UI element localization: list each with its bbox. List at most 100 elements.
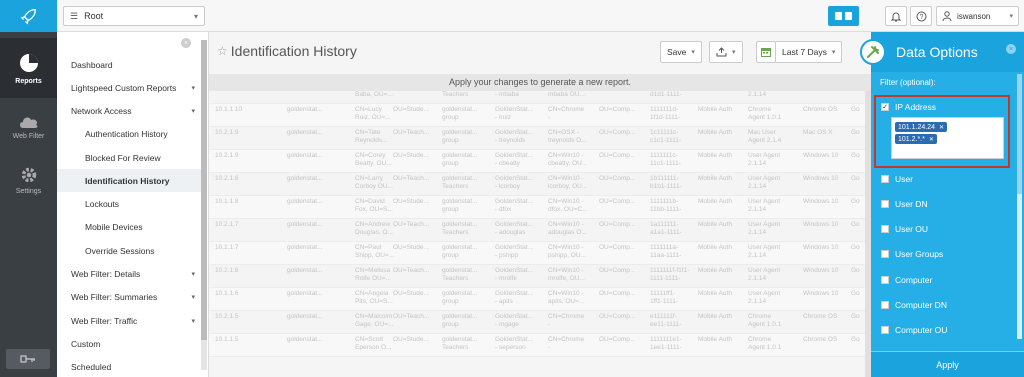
table-row[interactable]: 10.2.1.7 goldenstat... CN=Andrew Douglas, … bbox=[209, 219, 865, 242]
nav-item-authentication-history[interactable]: Authentication History bbox=[57, 122, 201, 145]
remove-tag-icon[interactable]: ✕ bbox=[939, 124, 944, 131]
rocket-icon bbox=[20, 8, 36, 25]
table-cell: 11111ff1- 1ff1-1111- bbox=[650, 290, 679, 305]
nav-item-override-sessions[interactable]: Override Sessions bbox=[57, 239, 201, 262]
table-cell: OU=Comp... bbox=[599, 221, 636, 228]
help-button[interactable]: ? bbox=[910, 6, 932, 26]
ip-tag[interactable]: 101.2.*.* ✕ bbox=[895, 134, 937, 144]
option-ip-address[interactable]: ✓ IP Address bbox=[881, 100, 1011, 114]
checkbox[interactable] bbox=[881, 225, 889, 233]
export-button[interactable]: ▾ bbox=[709, 41, 743, 63]
checkbox[interactable] bbox=[881, 276, 889, 284]
ip-tag[interactable]: 101.1.24.24 ✕ bbox=[895, 122, 948, 132]
data-options-scrollbar[interactable] bbox=[1017, 74, 1022, 339]
date-range-select[interactable]: Last 7 Days ▾ bbox=[775, 41, 843, 63]
table-cell: Mac User Agent 2.1.4 bbox=[748, 129, 782, 144]
nav-item-label: Custom bbox=[71, 338, 101, 349]
apply-button[interactable]: Apply bbox=[871, 351, 1024, 377]
table-cell: goldenstat... bbox=[287, 336, 323, 343]
nav-item-web-filter-traffic[interactable]: Web Filter: Traffic ▾ bbox=[57, 309, 201, 332]
table-cell: OU=Stude... bbox=[393, 152, 429, 159]
table-cell: GoldenStat... - apits bbox=[495, 290, 533, 305]
nav-item-identification-history[interactable]: Identification History bbox=[57, 169, 201, 192]
table-cell: Windows 10 bbox=[803, 175, 839, 182]
nav-item-label: Blocked For Review bbox=[85, 152, 161, 163]
nav-item-dashboard[interactable]: Dashboard bbox=[57, 53, 201, 76]
feedback-button[interactable] bbox=[828, 6, 859, 26]
table-cell: goldenstat... bbox=[287, 106, 323, 113]
table-cell: goldenstat... bbox=[287, 152, 323, 159]
table-cell: OU=Comp... bbox=[599, 313, 636, 320]
table-cell: OU=Teach... bbox=[393, 175, 430, 182]
table-row[interactable]: 10.1.2.19goldenstat...CN=Babe Baba, OU=.… bbox=[209, 91, 865, 104]
table-cell: goldenstat... group bbox=[442, 244, 478, 259]
nav-item-lockouts[interactable]: Lockouts bbox=[57, 192, 201, 215]
calendar-button[interactable] bbox=[756, 41, 776, 63]
table-cell: goldenstat... group bbox=[442, 313, 478, 328]
help-icon: ? bbox=[916, 11, 926, 21]
option-label: IP Address bbox=[895, 102, 936, 112]
list-icon: ☰ bbox=[70, 10, 79, 21]
rail-item-web-filter[interactable]: Web Filter bbox=[0, 96, 57, 156]
close-icon[interactable]: × bbox=[1006, 44, 1016, 54]
user-menu[interactable]: iswanson ▾ bbox=[936, 6, 1019, 26]
table-cell: goldenstat... bbox=[287, 129, 323, 136]
table-cell: goldenstat... bbox=[287, 267, 323, 274]
table-row[interactable]: 10.1.1.5 goldenstat... CN=Scott Eperson O.… bbox=[209, 334, 865, 357]
notifications-button[interactable] bbox=[885, 6, 907, 26]
option-user-groups[interactable]: User Groups bbox=[881, 247, 1011, 261]
table-row[interactable]: 10.1.1.10 goldenstat... CN=Lucy Ruiz, OU=.… bbox=[209, 104, 865, 127]
checkbox[interactable] bbox=[881, 175, 889, 183]
rail-item-reports[interactable]: Reports bbox=[0, 38, 57, 98]
nav-item-network-access[interactable]: Network Access ▾ bbox=[57, 99, 201, 122]
save-button[interactable]: Save ▾ bbox=[660, 41, 702, 63]
table-row[interactable]: 10.1.1.6 goldenstat... CN=Angela Pits, OU=… bbox=[209, 288, 865, 311]
nav-item-custom[interactable]: Custom bbox=[57, 332, 201, 355]
table-cell: OU=Comp... bbox=[599, 152, 636, 159]
table-cell: 1111111a- 11aa-1111- bbox=[650, 244, 682, 259]
option-user-ou[interactable]: User OU bbox=[881, 222, 1011, 236]
data-options-toggle[interactable] bbox=[860, 39, 886, 65]
table-row[interactable]: 10.1.1.7 goldenstat... CN=Paul Shipp, OU=.… bbox=[209, 242, 865, 265]
table-cell: CN=Win10 - cbeatty, OU... bbox=[548, 152, 588, 167]
table-cell: 10.2.1.8 bbox=[215, 175, 239, 182]
chevron-down-icon: ▾ bbox=[191, 107, 195, 115]
option-computer-ou[interactable]: Computer OU bbox=[881, 323, 1011, 337]
star-icon[interactable]: ☆ bbox=[217, 44, 228, 58]
lightspeed-logo[interactable] bbox=[0, 0, 57, 32]
table-row[interactable]: 10.1.1.8 goldenstat... CN=David Fox, OU=S.… bbox=[209, 196, 865, 219]
rail-item-settings[interactable]: Settings bbox=[0, 150, 57, 210]
table-cell: Windows 10 bbox=[803, 290, 839, 297]
root-selector[interactable]: ☰ Root ▾ bbox=[63, 6, 205, 26]
nav-item-scheduled[interactable]: Scheduled bbox=[57, 355, 201, 377]
close-icon[interactable]: × bbox=[181, 38, 191, 48]
collapse-rail-button[interactable] bbox=[6, 349, 50, 369]
checkbox[interactable] bbox=[881, 326, 889, 334]
nav-scrollbar[interactable] bbox=[201, 40, 207, 370]
nav-item-blocked-for-review[interactable]: Blocked For Review bbox=[57, 146, 201, 169]
nav-item-mobile-devices[interactable]: Mobile Devices bbox=[57, 215, 201, 238]
option-user-dn[interactable]: User DN bbox=[881, 197, 1011, 211]
ip-filter-input[interactable]: 101.1.24.24 ✕ 101.2.*.* ✕ bbox=[891, 117, 1004, 159]
checkbox-checked[interactable]: ✓ bbox=[881, 103, 889, 111]
nav-item-web-filter-summaries[interactable]: Web Filter: Summaries ▾ bbox=[57, 285, 201, 308]
checkbox[interactable] bbox=[881, 200, 889, 208]
nav-item-lightspeed-custom-reports[interactable]: Lightspeed Custom Reports ▾ bbox=[57, 76, 201, 99]
option-user[interactable]: User bbox=[881, 172, 1011, 186]
nav-item-web-filter-details[interactable]: Web Filter: Details ▾ bbox=[57, 262, 201, 285]
table-row[interactable]: 10.2.1.9 goldenstat... CN=Corey Beatty, OU… bbox=[209, 150, 865, 173]
table-row[interactable]: 10.2.1.5 goldenstat... CN=Malcolm Gage, OU… bbox=[209, 311, 865, 334]
table-row[interactable]: 10.2.1.6 goldenstat... CN=Melissa Rolfe OU… bbox=[209, 265, 865, 288]
nav-item-label: Web Filter: Details bbox=[71, 268, 141, 279]
scrollbar-thumb[interactable] bbox=[1017, 74, 1022, 194]
table-row[interactable]: 10.2.1.9 goldenstat... CN=Tate Reynolds...… bbox=[209, 127, 865, 150]
scrollbar-thumb[interactable] bbox=[201, 40, 207, 340]
option-computer-dn[interactable]: Computer DN bbox=[881, 298, 1011, 312]
option-computer[interactable]: Computer bbox=[881, 273, 1011, 287]
checkbox[interactable] bbox=[881, 250, 889, 258]
remove-tag-icon[interactable]: ✕ bbox=[929, 136, 934, 143]
checkbox[interactable] bbox=[881, 301, 889, 309]
table-row[interactable]: 10.2.1.8 goldenstat... CN=Larry Corboy OU.… bbox=[209, 173, 865, 196]
ip-tag-label: 101.1.24.24 bbox=[898, 123, 935, 131]
table-cell: CN=Win10 - pshipp, OU... bbox=[548, 244, 586, 259]
